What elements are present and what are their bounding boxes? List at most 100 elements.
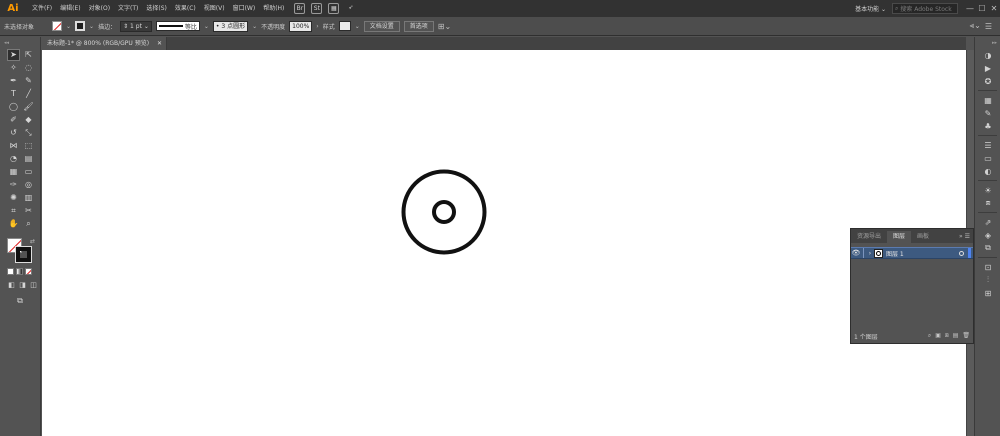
swatches-icon[interactable]: ▦ [980, 94, 996, 106]
variable-width-profile[interactable]: 等比 [155, 21, 200, 31]
menu-window[interactable]: 窗口(W) [229, 0, 260, 17]
color-guide-icon[interactable]: ▶ [980, 62, 996, 74]
color-mode-icon[interactable] [7, 268, 14, 275]
draw-inside-icon[interactable]: ◫ [29, 281, 38, 290]
column-graph-icon[interactable]: ▥ [22, 192, 35, 204]
transform-icon[interactable]: ⊡ [980, 261, 996, 273]
menu-type[interactable]: 文字(T) [114, 0, 142, 17]
tab-artboards[interactable]: 画板 [911, 231, 935, 243]
width-tool-icon[interactable]: ⋈ [7, 140, 20, 152]
appearance-icon[interactable]: ✪ [980, 75, 996, 87]
brushes-icon[interactable]: ✎ [980, 107, 996, 119]
document-tab[interactable]: 未标题-1* @ 800% (RGB/GPU 预览) ✕ [42, 37, 167, 50]
stroke-box[interactable] [15, 246, 32, 263]
mesh-tool-icon[interactable]: ▦ [7, 166, 20, 178]
bridge-icon[interactable]: Br [294, 3, 306, 14]
export-assets-icon[interactable]: ⇗ [980, 216, 996, 228]
expand-panels-icon[interactable]: ▸▸ [975, 37, 1000, 49]
none-mode-icon[interactable] [25, 268, 32, 275]
graphic-style-swatch[interactable] [338, 21, 351, 31]
slice-tool-icon[interactable]: ✂ [22, 205, 35, 217]
pen-tool-icon[interactable]: ✒ [7, 75, 20, 87]
gpu-performance-icon[interactable]: ➶ [345, 3, 356, 14]
stroke-swatch[interactable] [75, 21, 86, 31]
layer-name[interactable]: 图层 1 [886, 249, 904, 258]
locate-object-icon[interactable]: ⌕ [928, 332, 931, 340]
stroke-label[interactable]: 描边： [98, 22, 116, 31]
document-setup-button[interactable]: 文档设置 [363, 20, 400, 32]
fill-swatch[interactable] [52, 21, 63, 31]
eyedropper-icon[interactable]: ✑ [7, 179, 20, 191]
layers-icon[interactable]: ◈ [980, 229, 996, 241]
type-tool-icon[interactable]: T [7, 88, 20, 100]
eraser-icon[interactable]: ◆ [22, 114, 35, 126]
line-tool-icon[interactable]: ╱ [22, 88, 35, 100]
new-layer-icon[interactable]: ▤ [953, 332, 959, 340]
align-icon[interactable]: ⫷⌄ [970, 21, 981, 31]
shaper-tool-icon[interactable]: ✐ [7, 114, 20, 126]
preferences-button[interactable]: 首选项 [403, 20, 434, 32]
new-sublayer-icon[interactable]: ⧈ [945, 332, 949, 340]
chevron-down-icon[interactable]: ⌄ [66, 23, 71, 30]
magic-wand-icon[interactable]: ✧ [7, 62, 20, 74]
symbols-icon[interactable]: ♣ [980, 120, 996, 132]
tab-asset-export[interactable]: 资源导出 [851, 231, 887, 243]
fill-stroke-control[interactable]: ⇄ [7, 238, 35, 263]
gradient-tool-icon[interactable]: ▭ [22, 166, 35, 178]
menu-file[interactable]: 文件(F) [28, 0, 56, 17]
stock-search-input[interactable]: ⌕ 搜索 Adobe Stock [892, 3, 958, 14]
free-transform-icon[interactable]: ⬚ [22, 140, 35, 152]
menu-select[interactable]: 选择(S) [142, 0, 171, 17]
zoom-tool-icon[interactable]: ⌕ [22, 218, 35, 230]
transparency-icon[interactable]: ◐ [980, 165, 996, 177]
hand-tool-icon[interactable]: ✋ [7, 218, 20, 230]
arrange-documents-icon[interactable]: ▦ [328, 3, 340, 14]
appearance-panel-icon[interactable]: ☀ [980, 184, 996, 196]
lasso-icon[interactable]: ◌ [22, 62, 35, 74]
ellipse-tool-icon[interactable]: ◯ [7, 101, 20, 113]
artboards-icon[interactable]: ⧉ [980, 242, 996, 254]
paintbrush-icon[interactable]: 🖌 [22, 101, 35, 113]
circle-artwork[interactable] [400, 168, 488, 256]
arrange-icon[interactable]: ⊞⌄ [438, 22, 451, 31]
tab-layers[interactable]: 图层 [887, 231, 912, 243]
panel-menu-icon[interactable]: ☰ [985, 22, 992, 31]
perspective-grid-icon[interactable]: ▤ [22, 153, 35, 165]
menu-effect[interactable]: 效果(C) [171, 0, 200, 17]
blend-tool-icon[interactable]: ◎ [22, 179, 35, 191]
delete-icon[interactable]: 🗑 [962, 332, 970, 340]
symbol-sprayer-icon[interactable]: ✺ [7, 192, 20, 204]
chevron-down-icon[interactable]: ⌄ [252, 23, 257, 30]
scale-tool-icon[interactable]: ⤡ [22, 127, 35, 139]
pathfinder-icon[interactable]: ⊞ [980, 287, 996, 299]
artboard-canvas[interactable] [42, 50, 966, 436]
chevron-down-icon[interactable]: ⌄ [89, 23, 94, 30]
stroke-weight-field[interactable]: ⇕ 1 pt ⌄ [120, 20, 152, 32]
maximize-button[interactable]: ☐ [976, 4, 988, 13]
opacity-label[interactable]: 不透明度 [261, 22, 285, 31]
workspace-switcher[interactable]: 基本功能 ⌄ [849, 4, 892, 13]
direct-selection-tool-icon[interactable]: ⇱ [22, 49, 35, 61]
clipping-mask-icon[interactable]: ▣ [935, 332, 941, 340]
expand-arrow-icon[interactable]: › [866, 250, 874, 257]
outer-circle[interactable] [401, 169, 487, 255]
collapse-panel-icon[interactable]: ◂◂ [0, 37, 40, 49]
artboard-tool-icon[interactable]: ⌗ [7, 205, 20, 217]
color-panel-icon[interactable]: ◑ [980, 49, 996, 61]
align-panel-icon[interactable]: ⫶ [980, 274, 996, 286]
menu-edit[interactable]: 编辑(E) [56, 0, 84, 17]
brush-definition-field[interactable]: • 3 点圆形 [212, 20, 249, 32]
curvature-tool-icon[interactable]: ✎ [22, 75, 35, 87]
layer-row[interactable]: 👁 › 图层 1 [851, 247, 973, 259]
menu-object[interactable]: 对象(O) [85, 0, 114, 17]
minimize-button[interactable]: — [964, 4, 976, 13]
chevron-down-icon[interactable]: ⌄ [355, 23, 360, 30]
close-window-button[interactable]: ✕ [988, 4, 1000, 13]
gradient-mode-icon[interactable] [16, 268, 23, 275]
chevron-down-icon[interactable]: ⌄ [204, 23, 209, 30]
close-icon[interactable]: ✕ [157, 40, 162, 47]
target-icon[interactable] [959, 250, 964, 256]
rotate-tool-icon[interactable]: ↺ [7, 127, 20, 139]
inner-circle[interactable] [432, 200, 456, 224]
swap-fill-stroke-icon[interactable]: ⇄ [30, 238, 35, 245]
